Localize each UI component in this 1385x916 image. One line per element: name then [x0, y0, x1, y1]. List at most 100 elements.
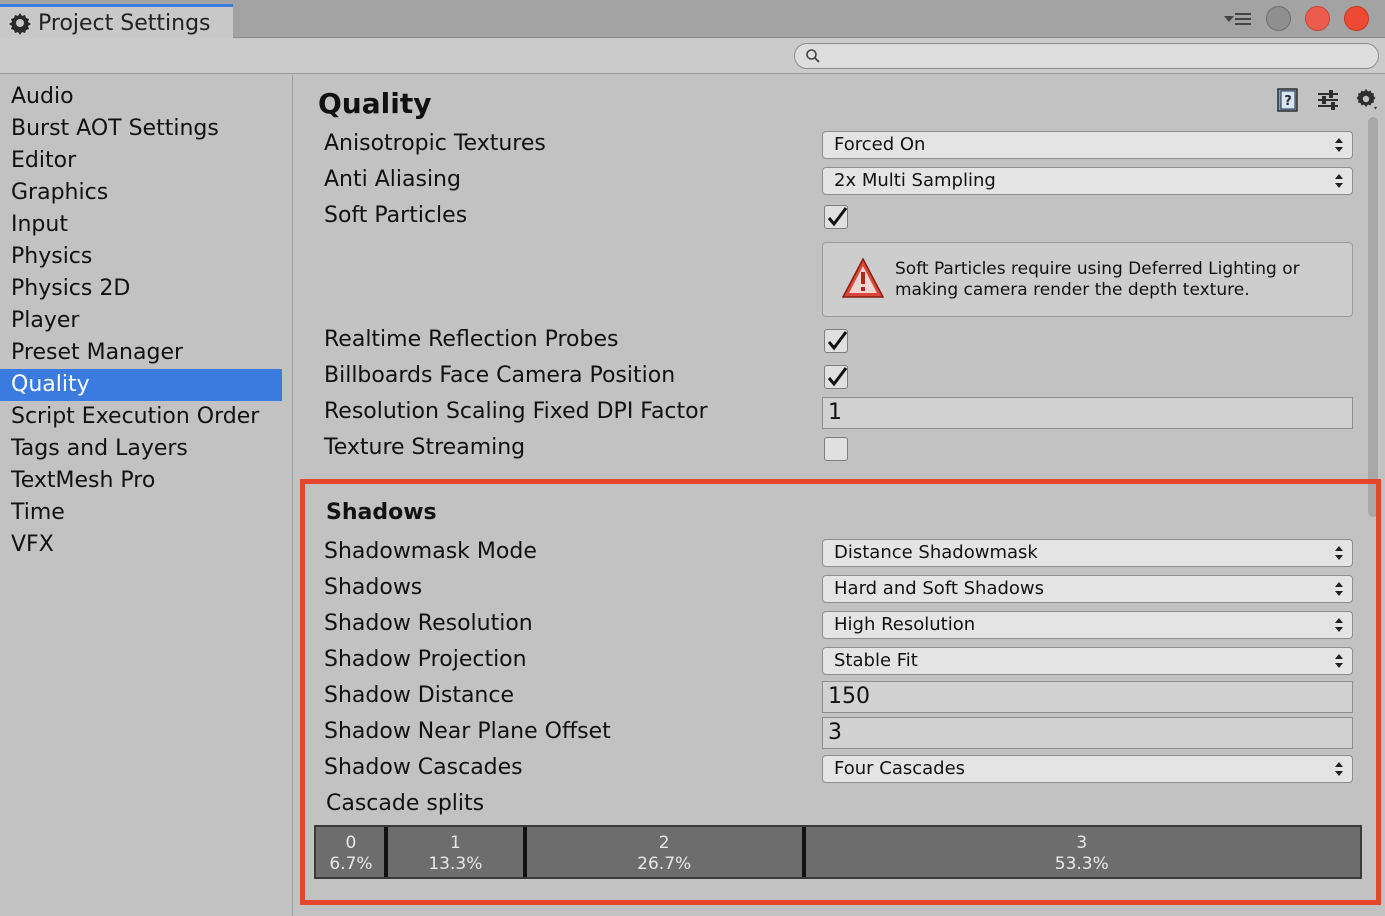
shadow-cascades-dropdown[interactable]: Four Cascades: [822, 755, 1353, 783]
shadowmask-mode-row: Shadowmask Mode Distance Shadowmask: [324, 535, 1354, 571]
toolbar: [0, 38, 1385, 74]
checkmark-icon: [827, 207, 848, 227]
help-book-icon[interactable]: ?: [1275, 87, 1301, 113]
search-input[interactable]: [821, 45, 1378, 67]
billboards-face-camera-label: Billboards Face Camera Position: [324, 363, 676, 388]
minimize-button[interactable]: [1266, 6, 1291, 31]
sidebar-item-script-execution-order[interactable]: Script Execution Order: [0, 401, 282, 433]
cascade-split-index: 0: [345, 833, 357, 853]
soft-particles-row: Soft Particles: [324, 199, 1354, 235]
sidebar-item-textmesh-pro[interactable]: TextMesh Pro: [0, 465, 282, 497]
menu-icon[interactable]: [1224, 9, 1252, 29]
sidebar-item-vfx[interactable]: VFX: [0, 529, 282, 561]
warning-icon: [841, 257, 885, 298]
texture-streaming-checkbox[interactable]: [824, 437, 848, 461]
realtime-reflection-probes-label: Realtime Reflection Probes: [324, 327, 619, 352]
sidebar-item-burst-aot-settings[interactable]: Burst AOT Settings: [0, 113, 282, 145]
sidebar-item-input[interactable]: Input: [0, 209, 282, 241]
cascade-split-percent: 13.3%: [428, 854, 483, 874]
sidebar-item-quality[interactable]: Quality: [0, 369, 282, 401]
cascade-split-percent: 53.3%: [1054, 854, 1109, 874]
realtime-reflection-probes-checkbox[interactable]: [824, 329, 848, 353]
dropdown-arrows-icon: [1335, 618, 1343, 632]
shadow-near-plane-offset-field[interactable]: 3: [822, 717, 1353, 749]
shadow-near-plane-offset-row: Shadow Near Plane Offset 3: [324, 715, 1354, 751]
anti-aliasing-dropdown[interactable]: 2x Multi Sampling: [822, 167, 1353, 195]
sidebar-item-audio[interactable]: Audio: [0, 81, 282, 113]
sidebar-item-editor[interactable]: Editor: [0, 145, 282, 177]
shadow-cascades-label: Shadow Cascades: [324, 755, 523, 780]
sidebar-item-tags-and-layers[interactable]: Tags and Layers: [0, 433, 282, 465]
shadow-projection-dropdown[interactable]: Stable Fit: [822, 647, 1353, 675]
cascade-split-0: 0 6.7%: [316, 827, 386, 877]
settings-sidebar: Audio Burst AOT Settings Editor Graphics…: [0, 75, 293, 916]
page-title: Quality: [318, 87, 432, 120]
dropdown-arrows-icon: [1335, 582, 1343, 596]
sidebar-item-player[interactable]: Player: [0, 305, 282, 337]
cascade-split-3: 3 53.3%: [804, 827, 1360, 877]
shadow-resolution-dropdown[interactable]: High Resolution: [822, 611, 1353, 639]
billboards-face-camera-row: Billboards Face Camera Position: [324, 359, 1354, 395]
shadows-value: Hard and Soft Shadows: [834, 578, 1045, 599]
cascade-split-percent: 6.7%: [329, 854, 373, 874]
anti-aliasing-row: Anti Aliasing 2x Multi Sampling: [324, 163, 1354, 199]
title-bar: Project Settings: [0, 0, 1385, 39]
texture-streaming-row: Texture Streaming: [324, 431, 1354, 467]
scrollbar[interactable]: [1366, 117, 1380, 517]
window-controls: [1224, 6, 1369, 31]
shadow-cascades-row: Shadow Cascades Four Cascades: [324, 751, 1354, 787]
soft-particles-label: Soft Particles: [324, 203, 468, 228]
shadow-projection-label: Shadow Projection: [324, 647, 527, 672]
cascade-splits-row: Cascade splits: [324, 787, 1354, 823]
sidebar-item-graphics[interactable]: Graphics: [0, 177, 282, 209]
billboards-face-camera-checkbox[interactable]: [824, 365, 848, 389]
scrollbar-thumb[interactable]: [1368, 117, 1378, 517]
sidebar-item-time[interactable]: Time: [0, 497, 282, 529]
svg-text:?: ?: [1284, 94, 1292, 109]
anisotropic-textures-value: Forced On: [834, 134, 926, 155]
checkmark-icon: [827, 331, 848, 351]
shadowmask-mode-label: Shadowmask Mode: [324, 539, 537, 564]
anisotropic-textures-label: Anisotropic Textures: [324, 131, 546, 156]
settings-gear-icon[interactable]: [1355, 87, 1381, 113]
shadows-section-title: Shadows: [326, 500, 437, 525]
anti-aliasing-label: Anti Aliasing: [324, 167, 461, 192]
resolution-scaling-label: Resolution Scaling Fixed DPI Factor: [324, 399, 708, 424]
shadows-label: Shadows: [324, 575, 423, 600]
shadows-dropdown[interactable]: Hard and Soft Shadows: [822, 575, 1353, 603]
shadow-resolution-label: Shadow Resolution: [324, 611, 533, 636]
resolution-scaling-field[interactable]: 1: [822, 397, 1353, 429]
anisotropic-textures-row: Anisotropic Textures Forced On: [324, 127, 1354, 163]
cascade-splits-label: Cascade splits: [326, 791, 485, 816]
shadow-projection-value: Stable Fit: [834, 650, 918, 671]
sidebar-item-preset-manager[interactable]: Preset Manager: [0, 337, 282, 369]
dropdown-arrows-icon: [1335, 138, 1343, 152]
shadow-resolution-row: Shadow Resolution High Resolution: [324, 607, 1354, 643]
settings-panel: Quality ? Anisotropic Textures Forced On: [294, 75, 1385, 916]
shadow-distance-field[interactable]: 150: [822, 681, 1353, 713]
shadow-projection-row: Shadow Projection Stable Fit: [324, 643, 1354, 679]
dropdown-arrows-icon: [1335, 654, 1343, 668]
shadow-near-plane-offset-label: Shadow Near Plane Offset: [324, 719, 611, 744]
maximize-button[interactable]: [1305, 6, 1330, 31]
cascade-split-1: 1 13.3%: [386, 827, 525, 877]
cascade-split-percent: 26.7%: [637, 854, 692, 874]
close-button[interactable]: [1344, 6, 1369, 31]
cascade-splits-bar[interactable]: 0 6.7% 1 13.3% 2 26.7% 3 53.3%: [314, 825, 1362, 879]
soft-particles-warning: Soft Particles require using Deferred Li…: [822, 242, 1353, 317]
presets-sliders-icon[interactable]: [1315, 87, 1341, 113]
cascade-split-index: 3: [1076, 833, 1088, 853]
sidebar-item-physics[interactable]: Physics: [0, 241, 282, 273]
search-box[interactable]: [794, 43, 1379, 69]
shadowmask-mode-value: Distance Shadowmask: [834, 542, 1038, 563]
realtime-reflection-probes-row: Realtime Reflection Probes: [324, 323, 1354, 359]
sidebar-item-physics-2d[interactable]: Physics 2D: [0, 273, 282, 305]
header-tools: ?: [1275, 87, 1381, 113]
texture-streaming-label: Texture Streaming: [324, 435, 526, 460]
resolution-scaling-row: Resolution Scaling Fixed DPI Factor 1: [324, 395, 1354, 431]
soft-particles-checkbox[interactable]: [824, 205, 848, 229]
shadow-cascades-value: Four Cascades: [834, 758, 966, 779]
shadowmask-mode-dropdown[interactable]: Distance Shadowmask: [822, 539, 1353, 567]
anisotropic-textures-dropdown[interactable]: Forced On: [822, 131, 1353, 159]
project-settings-tab[interactable]: Project Settings: [0, 4, 233, 39]
